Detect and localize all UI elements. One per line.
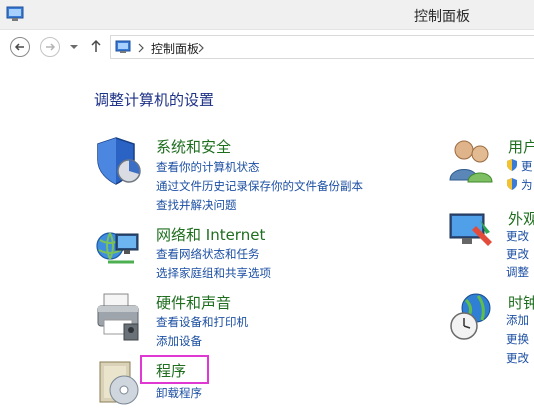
uac-shield-icon — [507, 159, 517, 171]
link-appearance-1[interactable]: 更改 — [506, 228, 529, 244]
link-homegroup-sharing[interactable]: 选择家庭组和共享选项 — [156, 265, 271, 281]
programs-icon[interactable] — [94, 360, 144, 408]
breadcrumb-separator-icon[interactable] — [197, 43, 205, 53]
address-path[interactable]: 控制面板 — [110, 35, 534, 59]
link-clock-2[interactable]: 更换 — [506, 331, 529, 347]
control-panel-app-icon — [6, 6, 24, 21]
back-button[interactable] — [10, 37, 30, 57]
link-devices-printers[interactable]: 查看设备和打印机 — [156, 314, 248, 330]
link-troubleshoot[interactable]: 查找并解决问题 — [156, 197, 237, 213]
appearance-monitor-icon[interactable] — [446, 206, 496, 260]
page-heading: 调整计算机的设置 — [94, 91, 215, 109]
category-title-hardware-sound[interactable]: 硬件和声音 — [156, 292, 231, 313]
uac-shield-icon — [507, 178, 517, 190]
link-clock-1[interactable]: 添加 — [506, 312, 529, 328]
control-panel-icon — [115, 40, 131, 53]
link-appearance-2[interactable]: 更改 — [506, 246, 529, 262]
network-globe-icon[interactable] — [94, 222, 144, 276]
breadcrumb-separator-icon[interactable] — [137, 43, 145, 53]
link-appearance-3[interactable]: 调整 — [506, 264, 529, 280]
link-file-history-backup[interactable]: 通过文件历史记录保存你的文件备份副本 — [156, 178, 363, 194]
shield-icon[interactable] — [94, 134, 144, 188]
highlight-box — [140, 355, 209, 384]
window-title: 控制面板 — [414, 9, 470, 25]
link-add-device[interactable]: 添加设备 — [156, 333, 202, 349]
link-clock-3[interactable]: 更改 — [506, 350, 529, 366]
forward-button[interactable] — [40, 37, 60, 57]
link-view-computer-status[interactable]: 查看你的计算机状态 — [156, 159, 260, 175]
breadcrumb-control-panel[interactable]: 控制面板 — [151, 40, 199, 57]
printer-icon[interactable] — [94, 290, 144, 344]
recent-locations-dropdown[interactable] — [70, 45, 78, 49]
category-title-network-internet[interactable]: 网络和 Internet — [156, 224, 265, 245]
users-icon[interactable] — [446, 134, 496, 188]
category-title-user-accounts[interactable]: 用户 — [508, 136, 534, 157]
title-bar: 控制面板 — [0, 0, 534, 30]
up-level-button[interactable] — [90, 39, 102, 53]
category-title-clock[interactable]: 时钟 — [508, 292, 534, 313]
address-bar: 控制面板 — [0, 31, 534, 63]
link-uninstall-program[interactable]: 卸载程序 — [156, 385, 202, 401]
category-title-system-security[interactable]: 系统和安全 — [156, 136, 231, 157]
forward-arrow-icon — [46, 43, 56, 51]
link-user-family[interactable]: 为 — [521, 177, 533, 193]
clock-globe-icon[interactable] — [446, 290, 496, 344]
link-view-network-status[interactable]: 查看网络状态和任务 — [156, 246, 260, 262]
category-title-appearance[interactable]: 外观 — [508, 208, 534, 229]
link-user-change[interactable]: 更 — [521, 158, 533, 174]
back-arrow-icon — [14, 43, 24, 51]
